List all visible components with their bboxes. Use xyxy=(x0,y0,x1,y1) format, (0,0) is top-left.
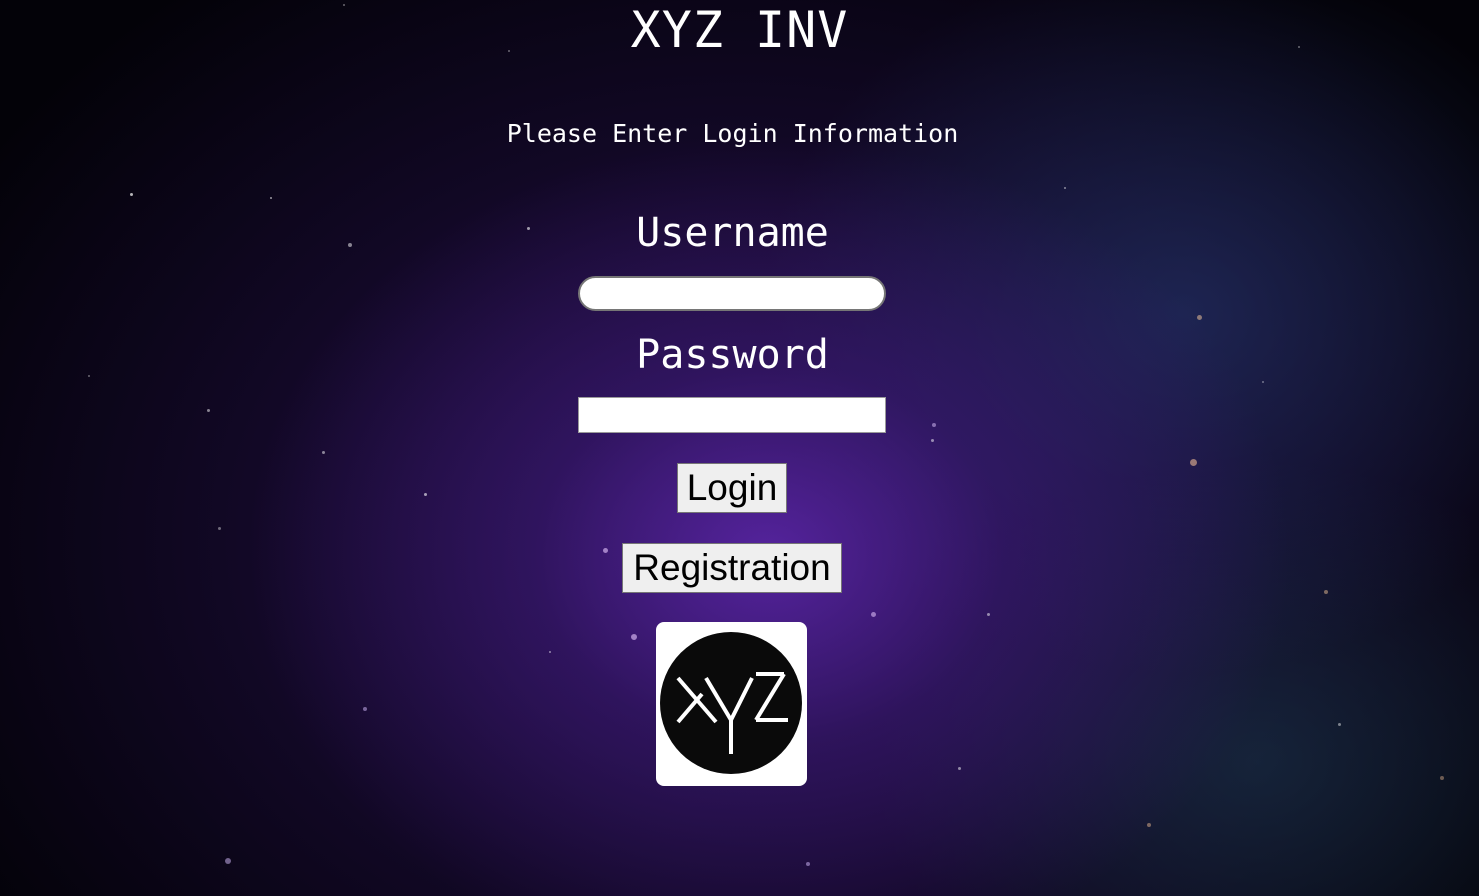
username-input[interactable] xyxy=(578,276,886,311)
password-label: Password xyxy=(636,332,829,378)
login-button[interactable]: Login xyxy=(677,463,787,513)
xyz-logo xyxy=(656,622,807,786)
app-title: XYZ INV xyxy=(630,1,849,59)
login-instructions: Please Enter Login Information xyxy=(506,119,959,148)
password-input[interactable] xyxy=(578,397,886,433)
registration-button[interactable]: Registration xyxy=(622,543,842,593)
xyz-logo-icon xyxy=(660,632,802,774)
username-label: Username xyxy=(636,210,829,256)
